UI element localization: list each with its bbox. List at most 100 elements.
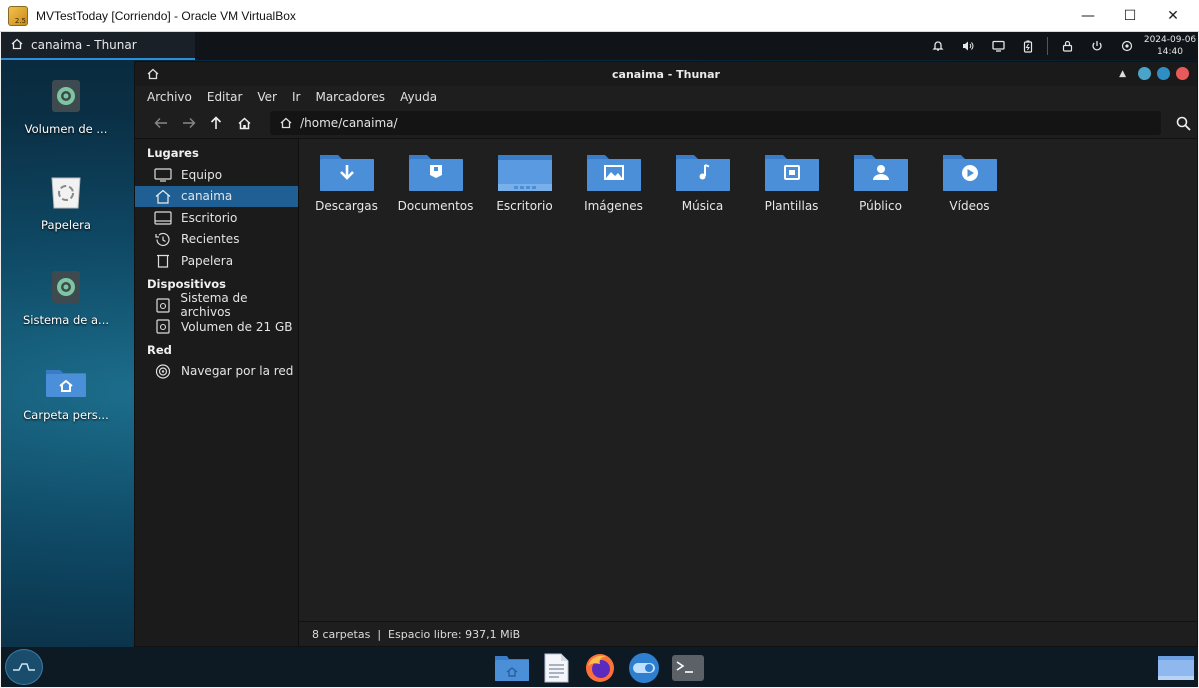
folder-publico[interactable]: Público [836, 151, 925, 213]
battery-icon[interactable] [1013, 32, 1043, 60]
guest-desktop: canaima - Thunar 2024-09-06 14:40 Volume… [1, 32, 1198, 687]
folder-escritorio[interactable]: Escritorio [480, 151, 569, 213]
drive-icon [153, 297, 172, 313]
sidebar-item-volumen[interactable]: Volumen de 21 GB [135, 316, 298, 338]
sidebar-item-papelera[interactable]: Papelera [135, 250, 298, 272]
folder-videos[interactable]: Vídeos [925, 151, 1014, 213]
thunar-title-bar: canaima - Thunar ▲ [135, 62, 1197, 86]
folder-label: Imágenes [584, 199, 643, 213]
sidebar-item-sistema-archivos[interactable]: Sistema de archivos [135, 291, 298, 319]
location-path: /home/canaima/ [300, 116, 398, 130]
menu-ayuda[interactable]: Ayuda [400, 90, 437, 104]
desktop-icon-label: Volumen de ... [24, 122, 108, 136]
clock-date: 2024-09-06 [1143, 35, 1197, 45]
lock-icon[interactable] [1052, 32, 1082, 60]
videos-folder-icon [942, 155, 997, 191]
chevron-up-icon[interactable]: ▲ [1119, 69, 1126, 79]
sidebar-header-places: Lugares [147, 146, 199, 160]
menu-ver[interactable]: Ver [257, 90, 277, 104]
up-button[interactable] [203, 110, 231, 136]
home-button[interactable] [230, 110, 258, 136]
desktop-icon-volume[interactable]: Volumen de ... [11, 78, 121, 136]
drive-icon [153, 319, 173, 335]
power-icon[interactable] [1082, 32, 1112, 60]
folder-descargas[interactable]: Descargas [302, 151, 391, 213]
dock-settings-toggle[interactable] [626, 652, 662, 684]
app-menu-button[interactable] [5, 649, 43, 685]
documents-folder-icon [408, 155, 463, 191]
sidebar-item-equipo[interactable]: Equipo [135, 164, 298, 186]
dock-file-manager[interactable] [494, 652, 530, 684]
home-icon [280, 117, 292, 129]
sidebar-item-canaima[interactable]: canaima [135, 185, 298, 207]
folder-plantillas[interactable]: Plantillas [747, 151, 836, 213]
settings-toggle-icon [629, 653, 659, 683]
menu-ir[interactable]: Ir [292, 90, 300, 104]
canaima-logo-icon [13, 663, 35, 671]
top-panel: canaima - Thunar 2024-09-06 14:40 [1, 32, 1198, 60]
sidebar-item-navegar-red[interactable]: Navegar por la red [135, 361, 298, 383]
firefox-icon [586, 654, 614, 682]
location-bar[interactable]: /home/canaima/ [270, 111, 1162, 135]
back-button[interactable] [147, 110, 175, 136]
clock-time: 14:40 [1157, 47, 1183, 57]
settings-icon[interactable] [1112, 32, 1142, 60]
virtualbox-logo-icon: 2.5 [8, 5, 28, 26]
close-button[interactable]: ✕ [1150, 0, 1196, 32]
logo-badge: 2.5 [14, 16, 26, 25]
minimize-dot-button[interactable] [1138, 67, 1151, 80]
clock[interactable]: 2024-09-06 14:40 [1142, 34, 1198, 58]
sidebar-item-recientes[interactable]: Recientes [135, 229, 298, 251]
dock-workspace-preview[interactable] [1157, 652, 1195, 684]
folder-musica[interactable]: Música [658, 151, 747, 213]
search-button[interactable] [1169, 110, 1197, 136]
home-icon [238, 116, 251, 129]
dock-firefox[interactable] [582, 652, 618, 684]
desktop-icon [153, 210, 173, 226]
status-bar: 8 carpetas | Espacio libre: 937,1 MiB [299, 621, 1197, 646]
taskbar-item-thunar[interactable]: canaima - Thunar [1, 32, 195, 60]
volume-icon[interactable] [953, 32, 983, 60]
menu-editar[interactable]: Editar [207, 90, 243, 104]
sidebar-status-spacer [135, 621, 299, 646]
folder-label: Plantillas [764, 199, 819, 213]
desktop-icon-home-folder[interactable]: Carpeta pers... [11, 364, 121, 422]
sidebar-item-label: Sistema de archivos [180, 291, 248, 320]
folder-documentos[interactable]: Documentos [391, 151, 480, 213]
desktop-folder-icon [497, 155, 552, 191]
sidebar-item-escritorio[interactable]: Escritorio [135, 207, 298, 229]
minimize-button[interactable]: — [1065, 0, 1111, 32]
sidebar-item-label: Equipo [181, 167, 223, 182]
dock-terminal[interactable] [670, 652, 706, 684]
file-manager-icon [495, 656, 529, 681]
music-folder-icon [675, 155, 730, 191]
display-icon[interactable] [983, 32, 1013, 60]
home-icon [153, 188, 173, 204]
menu-archivo[interactable]: Archivo [147, 90, 192, 104]
desktop-icon-filesystem[interactable]: Sistema de a... [11, 269, 121, 327]
folder-label: Público [859, 199, 902, 213]
taskbar-item-label: canaima - Thunar [31, 38, 137, 52]
bell-icon[interactable] [923, 32, 953, 60]
thunar-body: Lugares Equipo canaima Escritorio Recien… [135, 138, 1197, 621]
folder-imagenes[interactable]: Imágenes [569, 151, 658, 213]
recent-icon [153, 231, 173, 247]
forward-button[interactable] [175, 110, 203, 136]
desktop-icon-trash[interactable]: Papelera [11, 174, 121, 232]
download-folder-icon [319, 155, 374, 191]
sidebar-header-network: Red [147, 342, 172, 357]
menu-marcadores[interactable]: Marcadores [315, 90, 385, 104]
sidebar: Lugares Equipo canaima Escritorio Recien… [135, 139, 299, 621]
sidebar-item-label: Papelera [181, 253, 234, 268]
tray-separator [1047, 37, 1048, 55]
drive-icon [52, 80, 80, 112]
folder-label: Documentos [397, 199, 474, 213]
dock-text-editor[interactable] [538, 652, 574, 684]
text-editor-icon [544, 653, 569, 683]
maximize-dot-button[interactable] [1157, 67, 1170, 80]
folder-label: Descargas [315, 199, 378, 213]
maximize-button[interactable]: ☐ [1107, 0, 1153, 32]
thunar-window: canaima - Thunar ▲ Archivo Editar Ver Ir… [134, 61, 1198, 647]
network-icon [153, 363, 173, 379]
close-dot-button[interactable] [1176, 67, 1189, 80]
